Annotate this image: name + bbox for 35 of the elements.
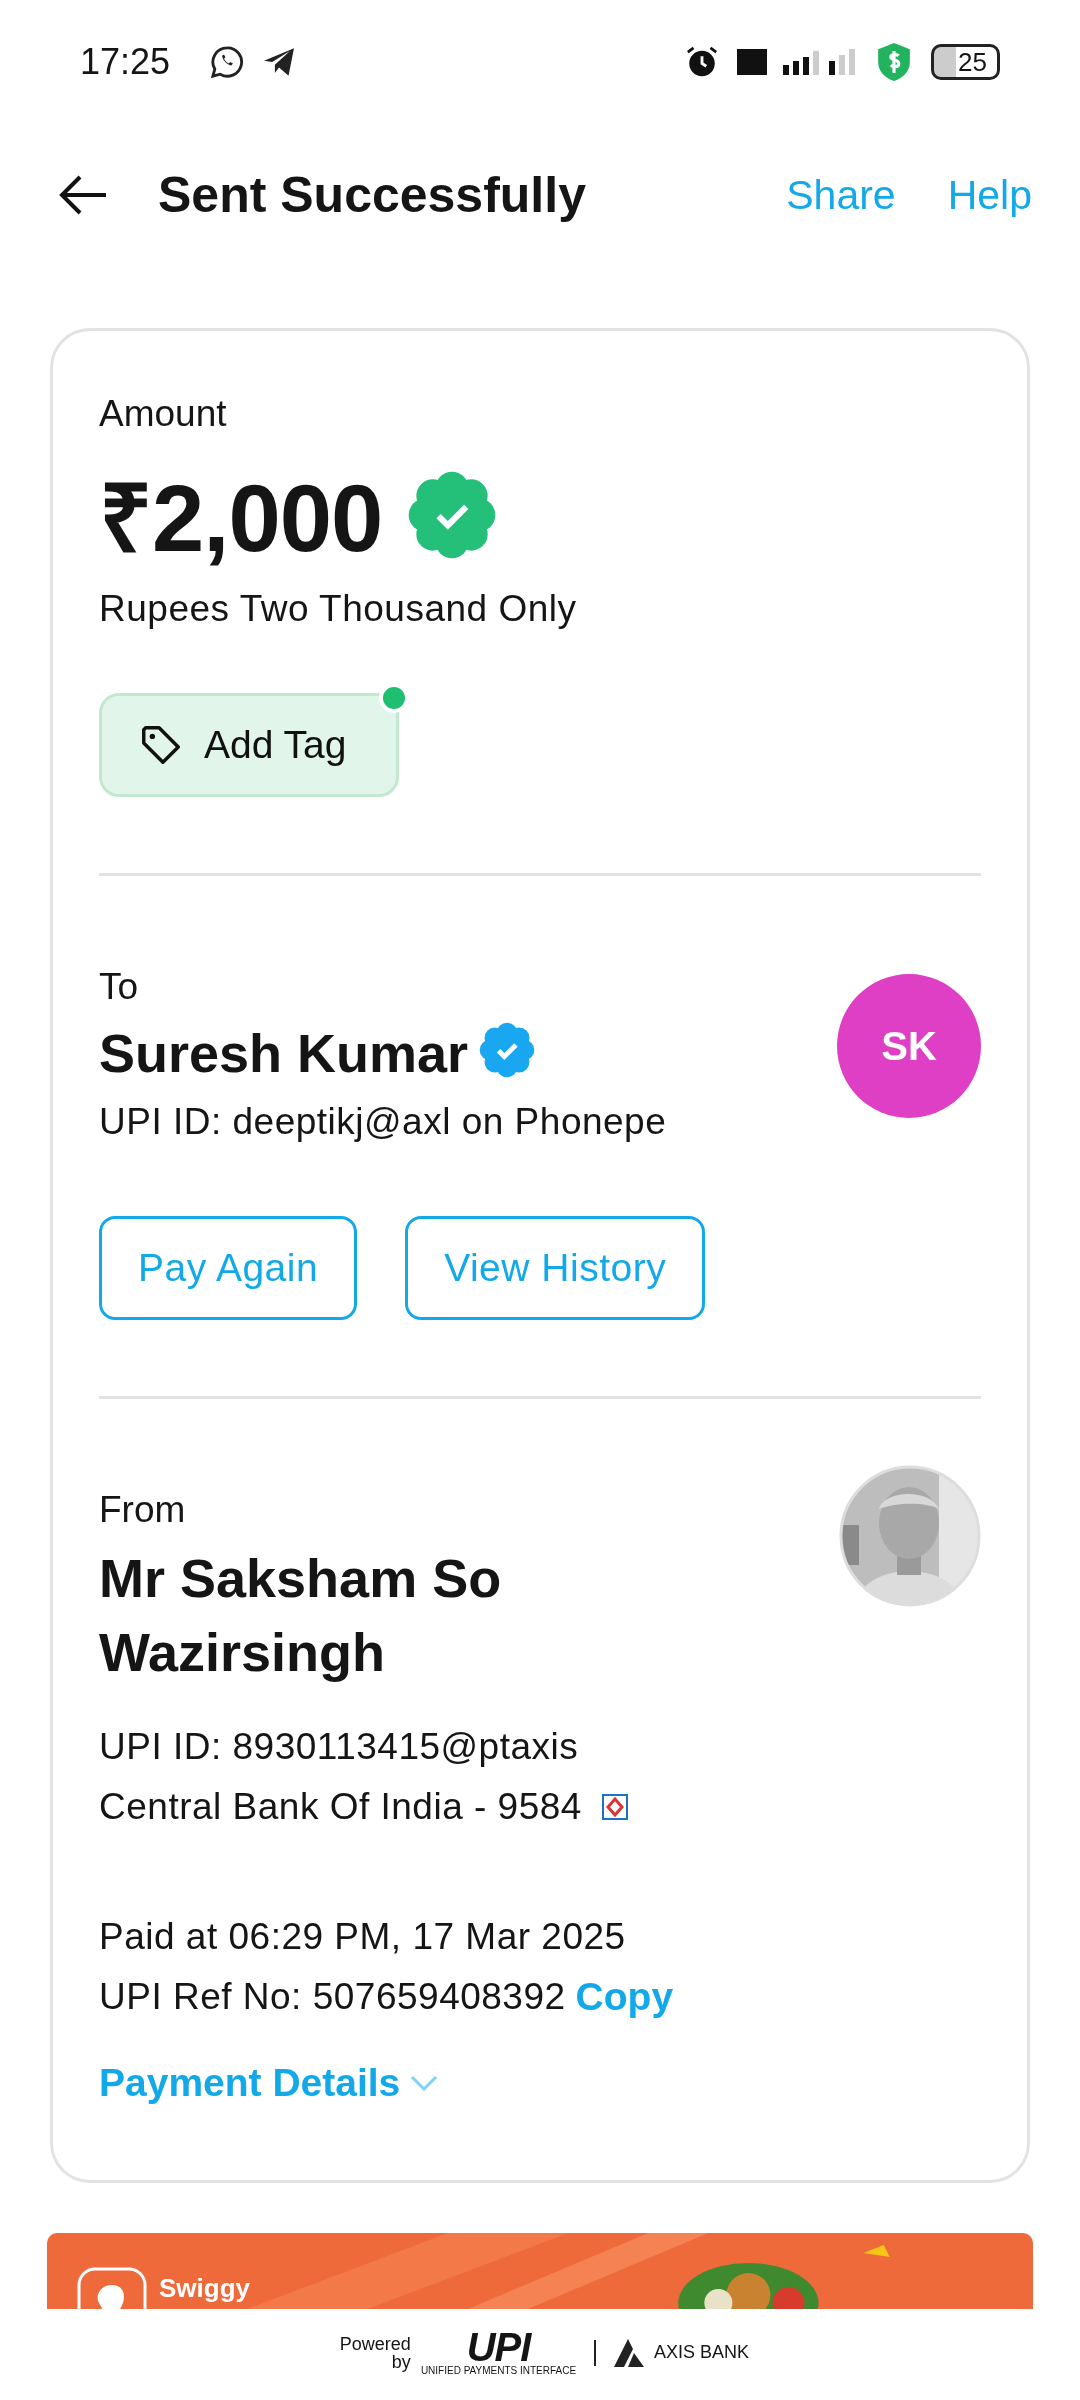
- powered-by-text: Powered by: [338, 2334, 411, 2371]
- reference-number: UPI Ref No: 507659408392: [99, 1975, 566, 2019]
- outline-button[interactable]: Pay Again: [99, 1216, 358, 1320]
- upi-logo: UPI UNIFIED PAYMENTS INTERFACE: [420, 2329, 577, 2376]
- alarm-icon: [685, 45, 720, 79]
- chat-icon: [210, 45, 245, 79]
- back-arrow-icon[interactable]: [58, 175, 108, 215]
- sender-upi-id: UPI ID: 8930113415@ptaxis: [99, 1725, 579, 1769]
- amount-label: Amount: [99, 393, 227, 435]
- add-tag-button[interactable]: Add Tag: [99, 693, 399, 797]
- page-title: Sent Successfully: [158, 166, 586, 224]
- recipient-avatar: SK: [837, 974, 981, 1118]
- header-link[interactable]: Share: [786, 171, 896, 219]
- sender-name: Mr Saksham So Wazirsingh: [99, 1547, 503, 1684]
- payment-details-toggle[interactable]: Payment Details: [99, 2061, 439, 2105]
- to-label: To: [99, 966, 139, 1008]
- promo-banner[interactable]: Swiggy: [47, 2233, 1033, 2309]
- amount-value: ₹2,000: [99, 465, 383, 573]
- bank-name: AXIS BANK: [654, 2342, 750, 2363]
- from-label: From: [99, 1489, 186, 1531]
- bank-account: Central Bank Of India - 9584: [99, 1785, 582, 1829]
- header-link[interactable]: Help: [947, 171, 1032, 219]
- payment-time: Paid at 06:29 PM, 17 Mar 2025: [99, 1915, 626, 1959]
- banner-brand: Swiggy: [159, 2273, 250, 2304]
- recipient-upi-id: UPI ID: deeptikj@axl on Phonepe: [99, 1100, 667, 1144]
- outline-button[interactable]: View History: [405, 1216, 706, 1320]
- recipient-name: Suresh Kumar: [99, 1022, 469, 1084]
- status-time: 17:25: [80, 41, 171, 83]
- bank-logo-icon: [601, 1794, 628, 1820]
- copy-link[interactable]: Copy: [575, 1975, 674, 2019]
- battery-indicator: 25: [931, 44, 1000, 80]
- send-icon: [262, 47, 297, 77]
- amount-in-words: Rupees Two Thousand Only: [99, 587, 577, 631]
- axis-logo-icon: [614, 2338, 645, 2367]
- chevron-icon: [410, 2073, 439, 2093]
